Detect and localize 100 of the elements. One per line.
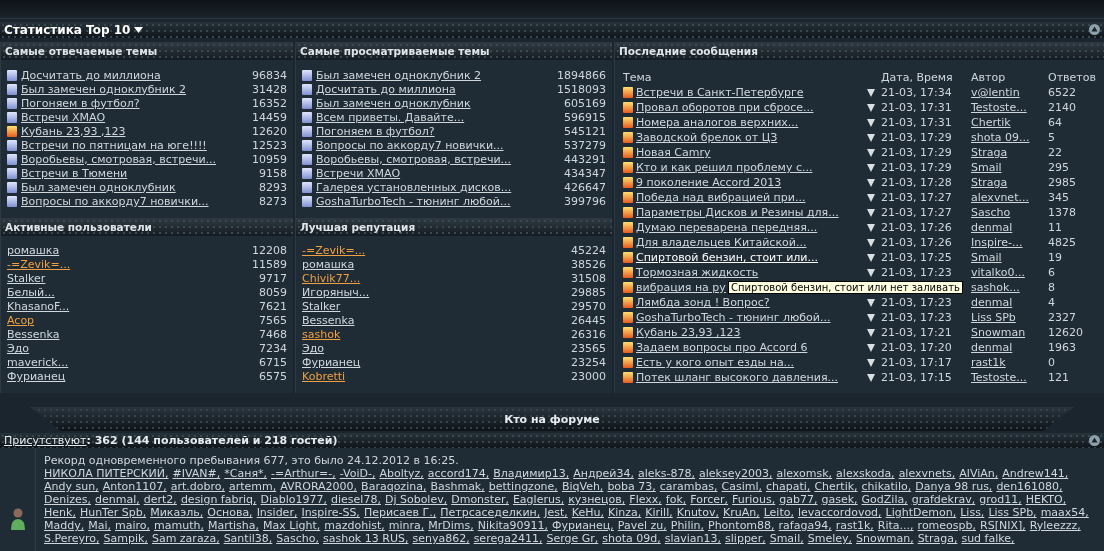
topic-link[interactable]: Провал оборотов при сбросе... — [636, 101, 814, 115]
user-link[interactable]: mairo, — [115, 519, 151, 532]
author-link[interactable]: denmal — [971, 296, 1013, 310]
user-link[interactable]: chapati, — [766, 480, 811, 493]
author-link[interactable]: Smail — [971, 251, 1002, 265]
user-link[interactable]: Serge Gr, — [546, 532, 599, 545]
user-link[interactable]: Leito, — [763, 506, 794, 519]
author-link[interactable]: Smail — [971, 161, 1002, 175]
topic-link[interactable]: Вопросы по аккорду7 новички... — [21, 194, 209, 208]
user-link[interactable]: senya862, — [412, 532, 470, 545]
user-link[interactable]: Stalker — [302, 300, 341, 314]
user-link[interactable]: -=Arthur=-, — [271, 467, 336, 480]
topic-link[interactable]: Был замечен одноклубник — [316, 96, 471, 110]
user-link[interactable]: aleksey2003, — [699, 467, 773, 480]
topic-link[interactable]: GoshaTurboTech - тюнинг любой... — [316, 194, 511, 208]
user-link[interactable]: diesel78, — [331, 493, 381, 506]
author-link[interactable]: Testoste... — [971, 101, 1027, 115]
user-link[interactable]: Chivik77... — [302, 272, 361, 286]
topic-link[interactable]: вибрация на ру — [636, 281, 726, 295]
author-link[interactable]: sashok... — [971, 281, 1020, 295]
user-link[interactable]: Snowman, — [856, 532, 914, 545]
user-link[interactable]: minra, — [388, 519, 425, 532]
user-link[interactable]: mamuth, — [154, 519, 204, 532]
user-link[interactable]: Петрсаседелкин, — [440, 506, 541, 519]
topic-link[interactable]: 9 поколение Accord 2013 — [636, 176, 782, 190]
user-link[interactable]: dert2, — [143, 493, 177, 506]
user-link[interactable]: RS[NIX], — [980, 519, 1026, 532]
topic-link[interactable]: Думаю переварена передняя... — [636, 221, 818, 235]
user-link[interactable]: art.dobro, — [170, 480, 225, 493]
user-link[interactable]: Straga, — [917, 532, 958, 545]
topic-link[interactable]: Победа над вибрацией при... — [636, 191, 806, 205]
user-link[interactable]: sashok 13 RUS, — [322, 532, 409, 545]
user-link[interactable]: ромашка — [7, 244, 60, 258]
topic-link[interactable]: Спиртовой бензин, стоит или... — [636, 251, 818, 265]
user-link[interactable]: -=Zevik=... — [7, 258, 71, 272]
user-link[interactable]: artemm, — [228, 480, 277, 493]
user-link[interactable]: Bessenka — [302, 314, 355, 328]
user-link[interactable]: Knutov, — [676, 506, 719, 519]
user-link[interactable]: maax54, — [1040, 506, 1089, 519]
topic-link[interactable]: Был замечен одноклубник 2 — [21, 82, 187, 96]
user-link[interactable]: BiqVeh, — [561, 480, 604, 493]
author-link[interactable]: rast1k — [971, 356, 1006, 370]
author-link[interactable]: v@lentin — [971, 86, 1020, 100]
user-link[interactable]: НИКОЛА ПИТЕРСКИЙ, — [44, 467, 169, 480]
topic-link[interactable]: Для владельцев Китайской... — [636, 236, 807, 250]
user-link[interactable]: accord174, — [427, 467, 490, 480]
topic-link[interactable]: Погоняем в футбол? — [316, 124, 435, 138]
user-link[interactable]: grod11, — [979, 493, 1022, 506]
user-link[interactable]: denmal, — [95, 493, 140, 506]
user-link[interactable]: Sampik, — [103, 532, 148, 545]
topic-link[interactable]: Досчитать до миллиона — [21, 68, 161, 82]
topic-link[interactable]: Новая Camry — [636, 146, 711, 160]
author-link[interactable]: vitalko0... — [971, 266, 1025, 280]
user-link[interactable]: кузнецов, — [568, 493, 626, 506]
topic-link[interactable]: Лямбда зонд ! Вопрос? — [636, 296, 770, 310]
user-link[interactable]: Phontom88, — [708, 519, 775, 532]
topic-link[interactable]: Номера аналогов верхних... — [636, 116, 799, 130]
user-link[interactable]: Фурианец — [302, 356, 361, 370]
user-link[interactable]: slipper, — [725, 532, 766, 545]
user-link[interactable]: Kobretti — [302, 370, 346, 384]
author-link[interactable]: Snowman — [971, 326, 1026, 340]
user-link[interactable]: grafdekrav, — [911, 493, 976, 506]
user-link[interactable]: gasek, — [821, 493, 858, 506]
user-link[interactable]: KhasanoF... — [7, 300, 70, 314]
user-link[interactable]: Santil38, — [223, 532, 273, 545]
topic-link[interactable]: Кубань 23,93 ,123 — [21, 124, 126, 138]
user-link[interactable]: alexomsk, — [776, 467, 833, 480]
user-link[interactable]: AVRORA2000, — [280, 480, 358, 493]
user-link[interactable]: Pavel zu, — [617, 519, 667, 532]
user-link[interactable]: Maddy, — [44, 519, 85, 532]
user-link[interactable]: Insider, — [256, 506, 298, 519]
author-link[interactable]: Sascho — [971, 206, 1011, 220]
user-link[interactable]: Aboltyz, — [379, 467, 424, 480]
user-link[interactable]: Перисаев Г., — [363, 506, 437, 519]
topic-link[interactable]: Галерея установленных дисков... — [316, 180, 512, 194]
user-link[interactable]: bettingzone, — [488, 480, 558, 493]
user-link[interactable]: HEKTO, — [1025, 493, 1067, 506]
user-link[interactable]: LightDemon, — [885, 506, 957, 519]
topic-link[interactable]: Заводской брелок от ЦЗ — [636, 131, 778, 145]
user-link[interactable]: Bessenka — [7, 328, 60, 342]
user-link[interactable]: Max Light, — [263, 519, 321, 532]
user-link[interactable]: Diablo1977, — [260, 493, 328, 506]
topic-link[interactable]: Был замечен одноклубник — [21, 180, 176, 194]
user-link[interactable]: boba 73, — [607, 480, 656, 493]
topic-link[interactable]: Встречи ХМАО — [21, 110, 106, 124]
author-link[interactable]: Chertik — [971, 116, 1011, 130]
topic-link[interactable]: Задаем вопросы про Accord 6 — [636, 341, 808, 355]
user-link[interactable]: -VoiD-, — [339, 467, 376, 480]
user-link[interactable]: fok, — [665, 493, 687, 506]
user-link[interactable]: aleks-878, — [637, 467, 696, 480]
user-link[interactable]: MrDims, — [428, 519, 474, 532]
user-link[interactable]: shota 09d, — [602, 532, 661, 545]
user-link[interactable]: Эдо — [302, 342, 325, 356]
user-link[interactable]: maverick... — [7, 356, 69, 370]
user-link[interactable]: Denizes, — [44, 493, 92, 506]
user-link[interactable]: HunTer Spb, — [79, 506, 147, 519]
user-link[interactable]: Smail, — [769, 532, 804, 545]
user-link[interactable]: sud falke, — [961, 532, 1015, 545]
user-link[interactable]: Jest, — [544, 506, 568, 519]
topic-link[interactable]: Погоняем в футбол? — [21, 96, 140, 110]
